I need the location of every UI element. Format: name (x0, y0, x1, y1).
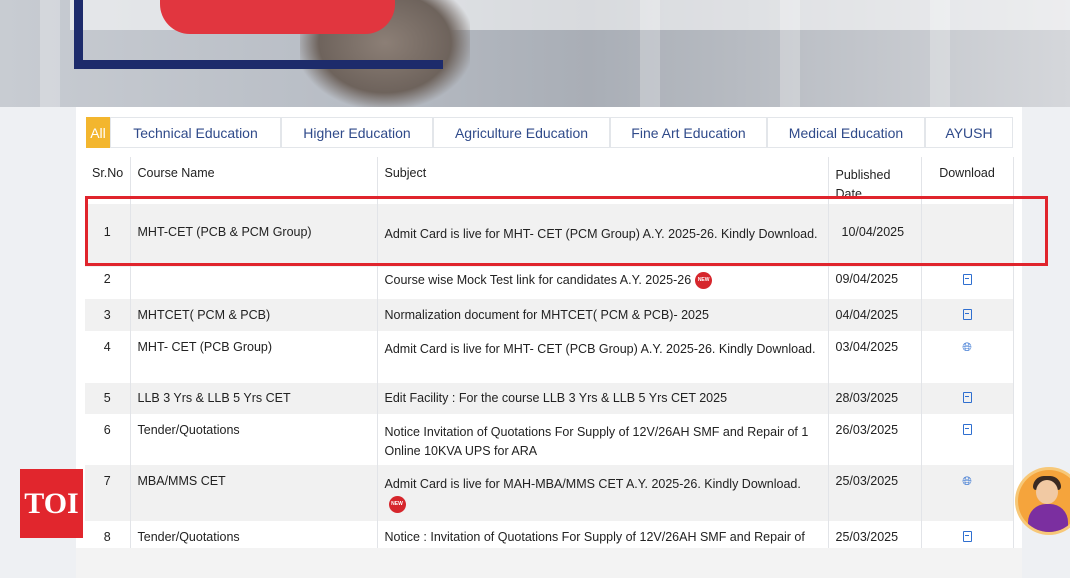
table-row: 7 MBA/MMS CET Admit Card is live for MAH… (85, 465, 1014, 521)
row-download (921, 299, 1014, 331)
notices-table: Sr.No Course Name Subject Published Date… (85, 157, 1014, 561)
row-course: Tender/Quotations (130, 414, 378, 465)
tab-medical-education[interactable]: Medical Education (767, 117, 925, 148)
row-download (921, 414, 1014, 465)
table-row: 4 MHT- CET (PCB Group) Admit Card is liv… (85, 331, 1014, 383)
header-srno: Sr.No (85, 157, 131, 204)
row-course (130, 267, 378, 299)
row-course: MBA/MMS CET (130, 465, 378, 521)
row-download (921, 267, 1014, 299)
row-srno: 3 (85, 299, 131, 331)
hero-red-shape (160, 0, 395, 34)
background-shelf (40, 0, 60, 107)
row-subject-link[interactable]: Edit Facility : For the course LLB 3 Yrs… (377, 383, 829, 414)
globe-icon[interactable]: 🌐︎ (962, 341, 972, 353)
tab-fine-art-education[interactable]: Fine Art Education (610, 117, 767, 148)
tab-ayush[interactable]: AYUSH (925, 117, 1013, 148)
pdf-icon[interactable] (962, 424, 972, 435)
row-date: 26/03/2025 (828, 414, 922, 465)
row-date: 03/04/2025 (828, 331, 922, 383)
pdf-icon[interactable] (962, 309, 972, 320)
row-subject-cell: Course wise Mock Test link for candidate… (377, 267, 829, 299)
row-date: 04/04/2025 (828, 299, 922, 331)
table-row: 2 Course wise Mock Test link for candida… (85, 267, 1014, 299)
tab-higher-education[interactable]: Higher Education (281, 117, 433, 148)
row-course: MHT- CET (PCB Group) (130, 331, 378, 383)
header-subject: Subject (377, 157, 829, 204)
table-row: 1 MHT-CET (PCB & PCM Group) Admit Card i… (85, 204, 1014, 267)
row-subject-link[interactable]: Notice Invitation of Quotations For Supp… (377, 414, 829, 465)
row-download: 🌐︎ (921, 331, 1014, 383)
category-tabs: All Technical Education Higher Education… (86, 117, 1013, 148)
tab-all[interactable]: All (86, 117, 110, 148)
header-download: Download (921, 157, 1014, 204)
row-srno: 6 (85, 414, 131, 465)
pdf-icon[interactable] (962, 274, 972, 285)
row-subject-link[interactable]: Admit Card is live for MHT- CET (PCM Gro… (377, 204, 829, 267)
row-download (921, 204, 1014, 267)
pdf-icon[interactable] (962, 531, 972, 542)
globe-icon[interactable]: 🌐︎ (962, 475, 972, 487)
row-subject-link[interactable]: Course wise Mock Test link for candidate… (385, 273, 692, 287)
new-badge-icon: NEW (695, 272, 713, 289)
toi-logo: TOI (20, 469, 83, 538)
row-srno: 7 (85, 465, 131, 521)
bottom-fade (76, 548, 1022, 578)
hero-frame-horizontal (74, 60, 443, 69)
avatar-face (1036, 480, 1058, 504)
row-date: 10/04/2025 (828, 204, 922, 267)
header-course-name: Course Name (130, 157, 378, 204)
row-course: LLB 3 Yrs & LLB 5 Yrs CET (130, 383, 378, 414)
pdf-icon[interactable] (962, 392, 972, 403)
row-date: 28/03/2025 (828, 383, 922, 414)
hero-frame-vertical (74, 0, 83, 69)
row-subject-link[interactable]: Admit Card is live for MHT- CET (PCB Gro… (377, 331, 829, 383)
hero-banner (0, 0, 1070, 107)
header-published-date: Published Date (828, 157, 922, 204)
row-srno: 5 (85, 383, 131, 414)
avatar-body (1028, 504, 1068, 532)
row-subject-link[interactable]: Normalization document for MHTCET( PCM &… (377, 299, 829, 331)
table-row: 6 Tender/Quotations Notice Invitation of… (85, 414, 1014, 465)
row-course: MHT-CET (PCB & PCM Group) (130, 204, 378, 267)
tab-agriculture-education[interactable]: Agriculture Education (433, 117, 610, 148)
table-row: 3 MHTCET( PCM & PCB) Normalization docum… (85, 299, 1014, 331)
row-course: MHTCET( PCM & PCB) (130, 299, 378, 331)
tab-technical-education[interactable]: Technical Education (110, 117, 281, 148)
row-date: 09/04/2025 (828, 267, 922, 299)
row-download: 🌐︎ (921, 465, 1014, 521)
row-subject-cell: Admit Card is live for MAH-MBA/MMS CET A… (377, 465, 829, 521)
row-subject-link[interactable]: Admit Card is live for MAH-MBA/MMS CET A… (385, 477, 801, 491)
row-srno: 1 (85, 204, 131, 267)
new-badge-icon: NEW (388, 496, 406, 514)
table-header-row: Sr.No Course Name Subject Published Date… (85, 157, 1014, 204)
row-download (921, 383, 1014, 414)
row-srno: 4 (85, 331, 131, 383)
row-date: 25/03/2025 (828, 465, 922, 521)
row-srno: 2 (85, 267, 131, 299)
table-row: 5 LLB 3 Yrs & LLB 5 Yrs CET Edit Facilit… (85, 383, 1014, 414)
chat-assistant-avatar[interactable] (1018, 470, 1070, 532)
